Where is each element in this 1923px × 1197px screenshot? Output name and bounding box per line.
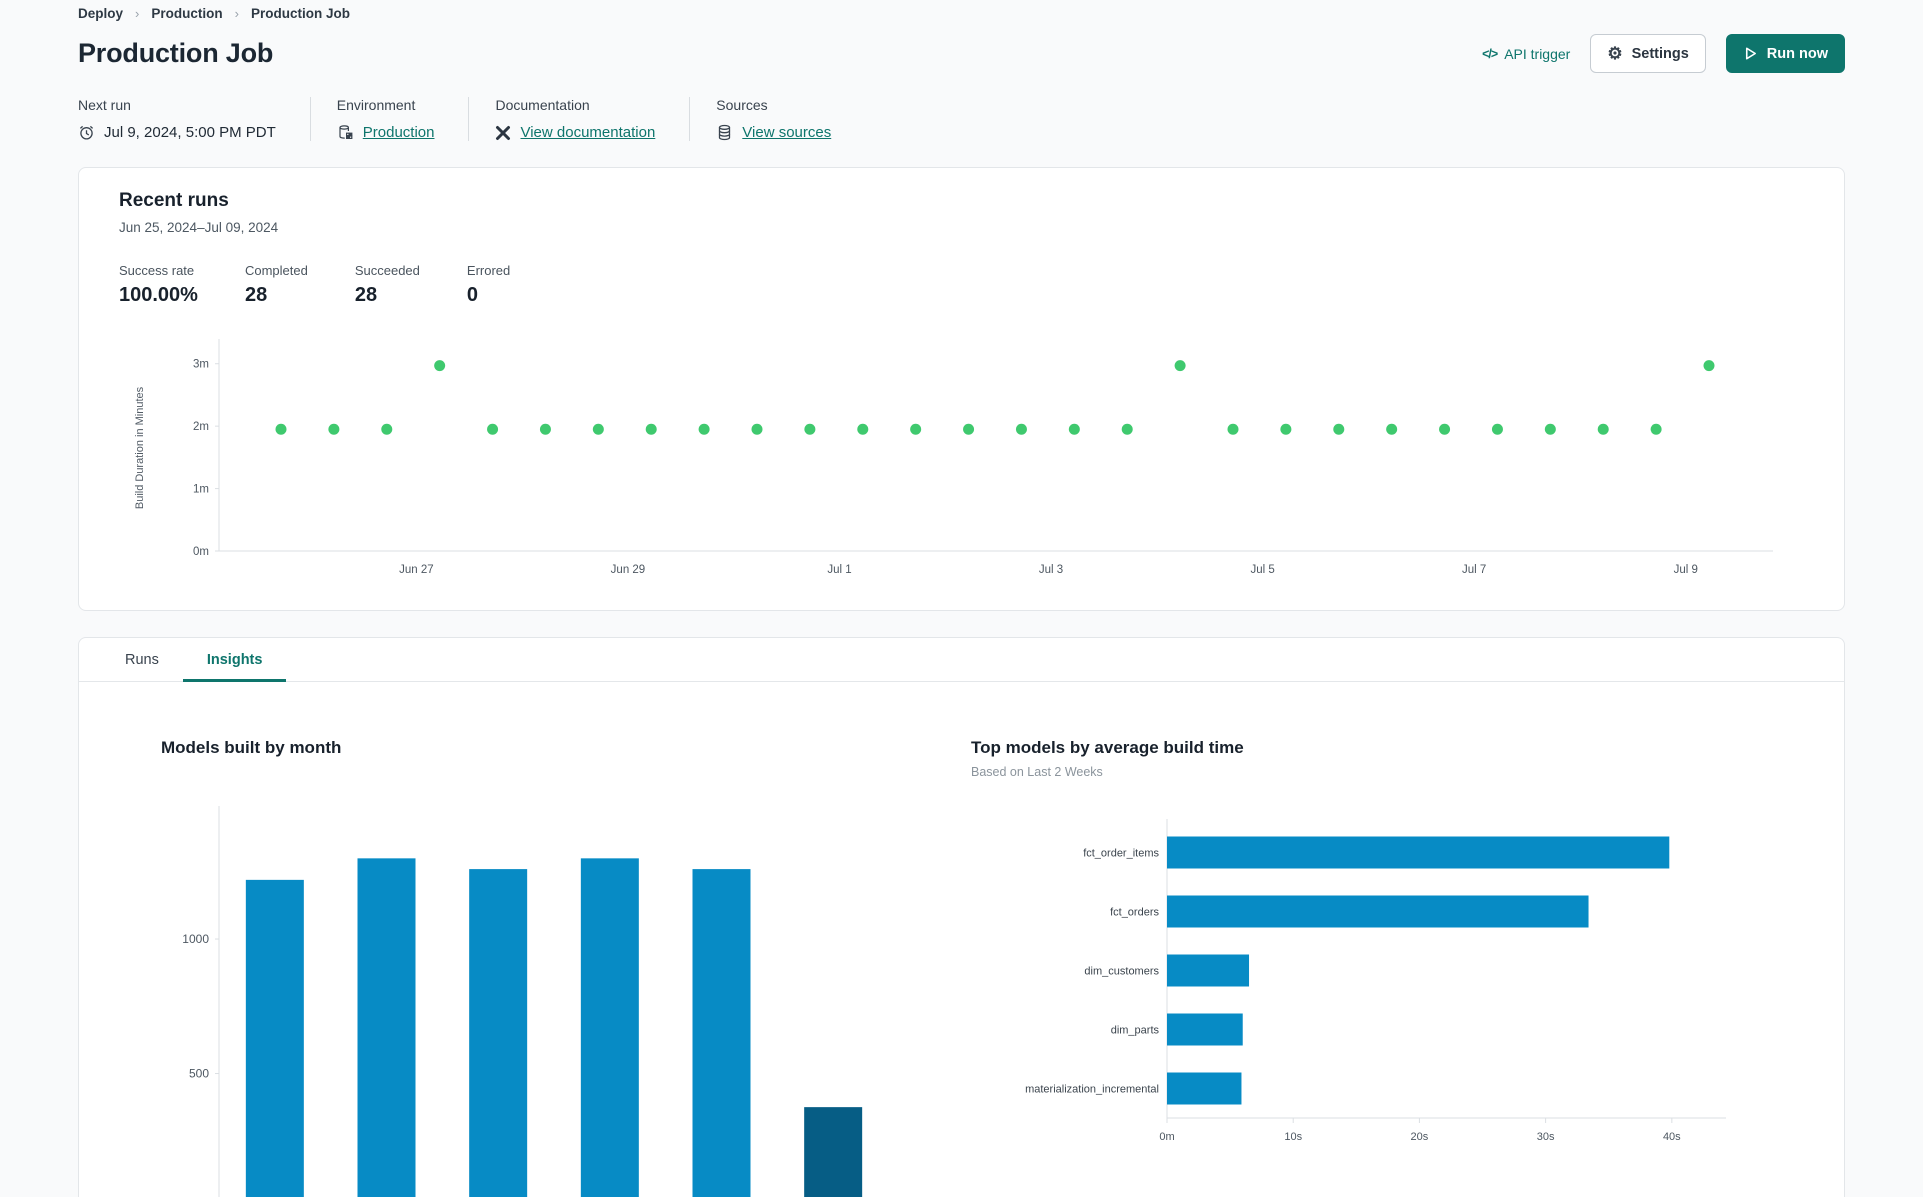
models-built-by-month-section: Models built by month 05001000FebMarAprM… [161,738,901,1197]
meta-label: Next run [78,97,131,113]
header-actions: </> API trigger ⚙ Settings Run now [1482,34,1845,73]
svg-text:20s: 20s [1411,1131,1429,1143]
recent-runs-stats: Success rate 100.00% Completed 28 Succee… [119,263,1820,307]
svg-text:Jun 27: Jun 27 [399,564,434,576]
tab-bar: Runs Insights [79,638,1844,682]
dbt-docs-icon [495,125,511,141]
svg-text:Jul 1: Jul 1 [827,564,851,576]
stat-errored: Errored 0 [466,263,511,306]
tab-insights[interactable]: Insights [182,638,287,682]
page-title: Production Job [78,38,274,68]
api-trigger-label: API trigger [1504,45,1571,62]
chart-title: Models built by month [161,738,342,757]
gear-icon: ⚙ [1607,44,1623,63]
svg-text:10s: 10s [1284,1131,1302,1143]
environment-link[interactable]: Production [363,124,435,141]
play-icon [1745,47,1756,60]
recent-runs-title: Recent runs [119,190,229,211]
breadcrumb-deploy[interactable]: Deploy [78,6,123,21]
top-models-section: Top models by average build time Based o… [971,738,1781,1197]
svg-text:Jul 5: Jul 5 [1250,564,1274,576]
meta-environment: Environment Production [309,97,469,141]
stat-completed: Completed 28 [244,263,308,306]
next-run-value: Jul 9, 2024, 5:00 PM PDT [104,124,276,141]
breadcrumb-production[interactable]: Production [151,6,222,21]
models-built-by-month-chart: 05001000FebMarAprMayJunCurrent [182,806,863,1197]
meta-documentation: Documentation View documentation [468,97,689,141]
svg-text:dim_customers: dim_customers [1084,966,1159,978]
svg-text:Jul 7: Jul 7 [1462,564,1486,576]
stat-succeeded: Succeeded 28 [354,263,420,306]
svg-text:2m: 2m [193,421,209,433]
svg-text:0m: 0m [1159,1131,1174,1143]
meta-label: Sources [716,97,768,113]
settings-button[interactable]: ⚙ Settings [1590,34,1706,73]
svg-text:0m: 0m [193,546,209,558]
svg-text:fct_orders: fct_orders [1110,907,1159,919]
svg-text:materialization_incremental: materialization_incremental [1025,1084,1159,1096]
svg-text:3m: 3m [193,359,209,371]
svg-text:Jul 9: Jul 9 [1674,564,1698,576]
build-duration-scatter-chart: 0m 1m 2m 3m Jun 27 Jun 29 Jul 1 Jul 3 Jul 5 Jul 7… [134,339,1773,576]
meta-next-run: Next run Jul 9, 2024, 5:00 PM PDT [78,97,310,141]
meta-label: Documentation [495,97,590,113]
breadcrumb-separator-icon: › [234,6,239,21]
meta-label: Environment [336,97,416,113]
svg-text:500: 500 [189,1067,209,1081]
chart-title: Top models by average build time [971,738,1244,757]
breadcrumb-production-job: Production Job [250,6,350,21]
svg-text:Build Duration in Minutes: Build Duration in Minutes [134,386,146,509]
stat-success-rate: Success rate 100.00% [119,263,198,306]
run-now-label: Run now [1766,45,1828,62]
breadcrumb-separator-icon: › [135,6,140,21]
meta-sources: Sources View sources [689,97,865,141]
run-now-button[interactable]: Run now [1725,34,1845,73]
recent-runs-date-range: Jun 25, 2024–Jul 09, 2024 [119,220,279,235]
svg-text:dim_parts: dim_parts [1111,1025,1160,1037]
recent-runs-card: Recent runs Jun 25, 2024–Jul 09, 2024 Su… [78,167,1845,611]
production-job-page: Deploy › Production › Production Job Pro… [0,0,1923,1197]
svg-text:fct_order_items: fct_order_items [1083,848,1159,860]
settings-label: Settings [1631,45,1689,62]
view-sources-link[interactable]: View sources [742,124,831,141]
svg-text:1000: 1000 [182,932,209,946]
runs-insights-card: Runs Insights Models built by month 0500… [78,637,1845,1197]
api-trigger-link[interactable]: </> API trigger [1482,46,1570,62]
svg-text:1m: 1m [193,484,209,496]
environment-icon [337,124,354,141]
alarm-clock-icon [78,124,95,141]
svg-text:Jun 29: Jun 29 [611,564,646,576]
svg-text:Jul 3: Jul 3 [1039,564,1063,576]
insights-panel: Models built by month 05001000FebMarAprM… [79,682,1844,1197]
code-icon: </> [1482,46,1498,61]
database-icon [716,124,733,141]
top-models-chart: 0m 10s 20s 30s 40s fct_order_items fct_ordersd… [1025,819,1726,1143]
tab-runs[interactable]: Runs [101,638,183,682]
svg-text:30s: 30s [1537,1131,1555,1143]
chart-subtitle: Based on Last 2 Weeks [971,765,1103,779]
view-documentation-link[interactable]: View documentation [520,124,655,141]
job-meta-row: Next run Jul 9, 2024, 5:00 PM PDT Enviro… [78,97,1845,141]
svg-text:40s: 40s [1663,1131,1681,1143]
page-header: Production Job </> API trigger ⚙ Setting… [78,34,1845,73]
breadcrumb: Deploy › Production › Production Job [78,0,1845,21]
